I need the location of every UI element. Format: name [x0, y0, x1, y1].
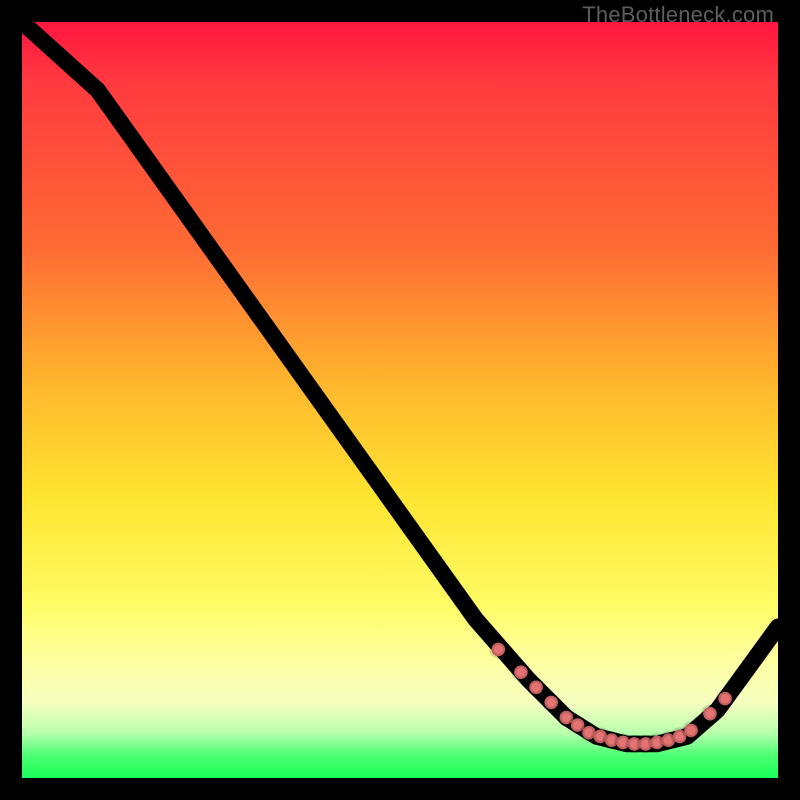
marker-dot — [703, 707, 717, 721]
chart-frame: TheBottleneck.com — [0, 0, 800, 800]
curve-overlay — [22, 22, 778, 778]
marker-dot — [514, 665, 528, 679]
marker-group — [491, 643, 731, 751]
bottleneck-curve — [22, 22, 778, 744]
marker-dot — [684, 724, 698, 738]
marker-dot — [544, 696, 558, 710]
marker-dot — [718, 692, 732, 706]
marker-dot — [491, 643, 505, 657]
marker-dot — [529, 680, 543, 694]
